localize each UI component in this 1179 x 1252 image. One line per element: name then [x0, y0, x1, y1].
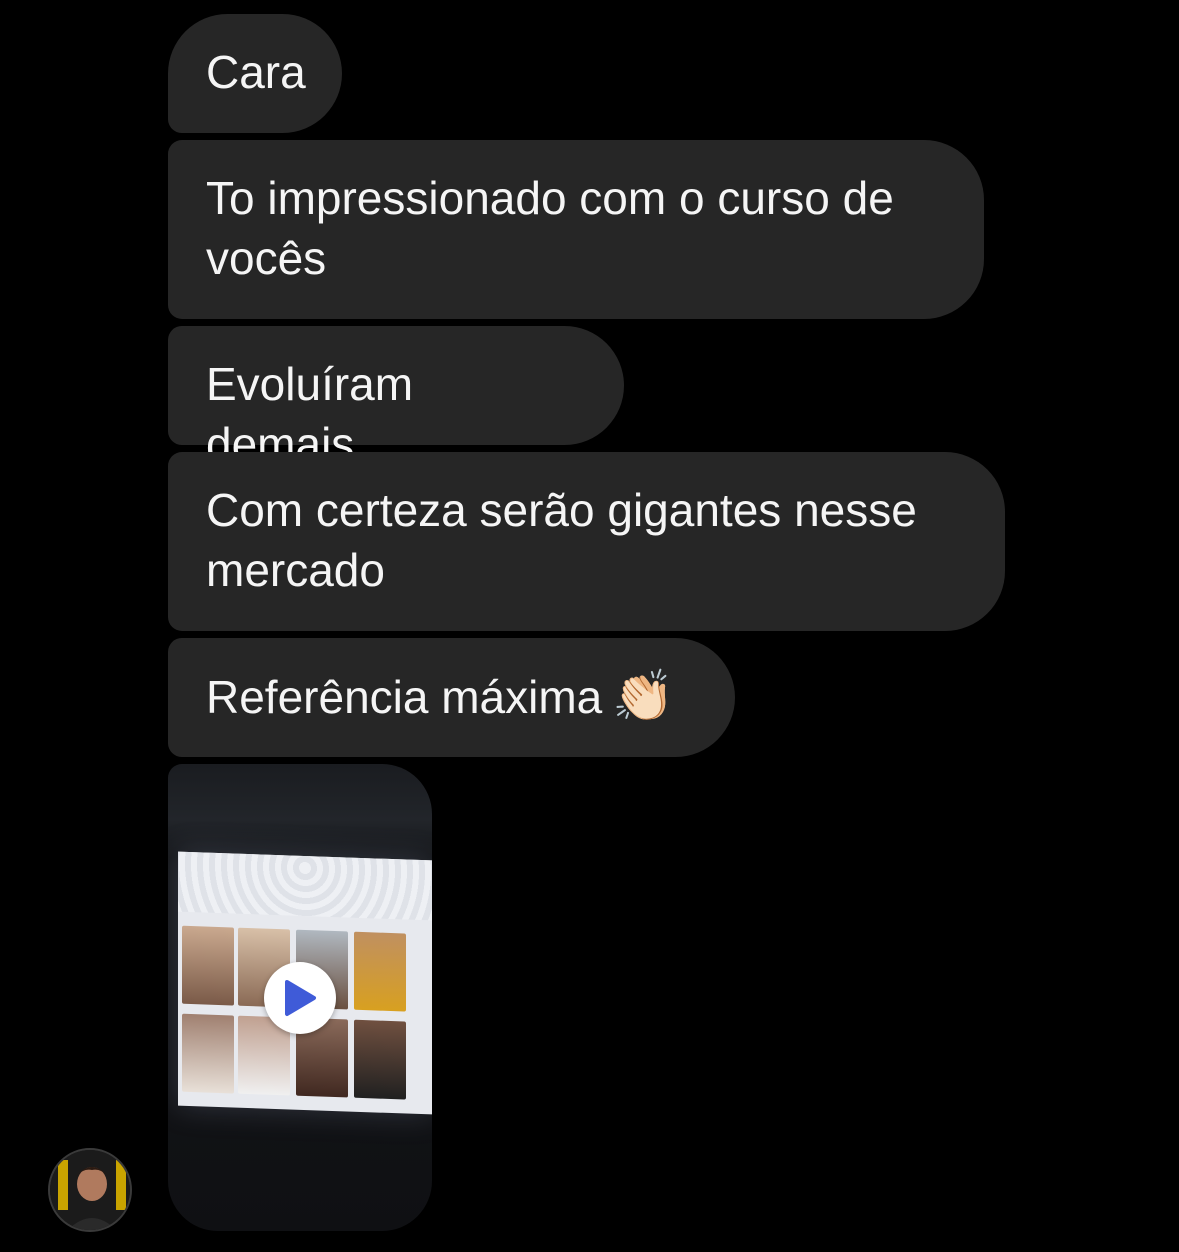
play-icon	[285, 980, 316, 1016]
message-bubble[interactable]: Evoluíram demais	[168, 326, 624, 470]
play-button[interactable]	[264, 962, 336, 1034]
message-bubble[interactable]: Cara	[168, 14, 342, 133]
message-bubble[interactable]: Referência máxima 👏🏻	[168, 638, 735, 757]
avatar[interactable]	[48, 1148, 132, 1232]
video-thumbnail-tile	[182, 925, 234, 1006]
video-thumbnail-tile	[354, 1019, 406, 1100]
video-thumbnail-tile	[354, 931, 406, 1012]
clapping-hands-emoji: 👏🏻	[612, 668, 675, 724]
video-message[interactable]	[168, 764, 432, 1231]
video-thumbnail-tile	[182, 1013, 234, 1094]
chat-thread: Cara To impressionado com o curso de voc…	[0, 0, 1179, 1252]
message-bubble[interactable]: To impressionado com o curso de vocês	[168, 140, 984, 319]
message-text: Referência máxima	[206, 671, 603, 723]
message-text: To impressionado com o curso de vocês	[206, 172, 894, 284]
message-text: Cara	[206, 46, 306, 98]
message-bubble[interactable]: Com certeza serão gigantes nesse mercado	[168, 452, 1005, 631]
video-thumbnail-header	[178, 851, 432, 921]
message-text: Com certeza serão gigantes nesse mercado	[206, 484, 917, 596]
avatar-image	[50, 1150, 130, 1230]
